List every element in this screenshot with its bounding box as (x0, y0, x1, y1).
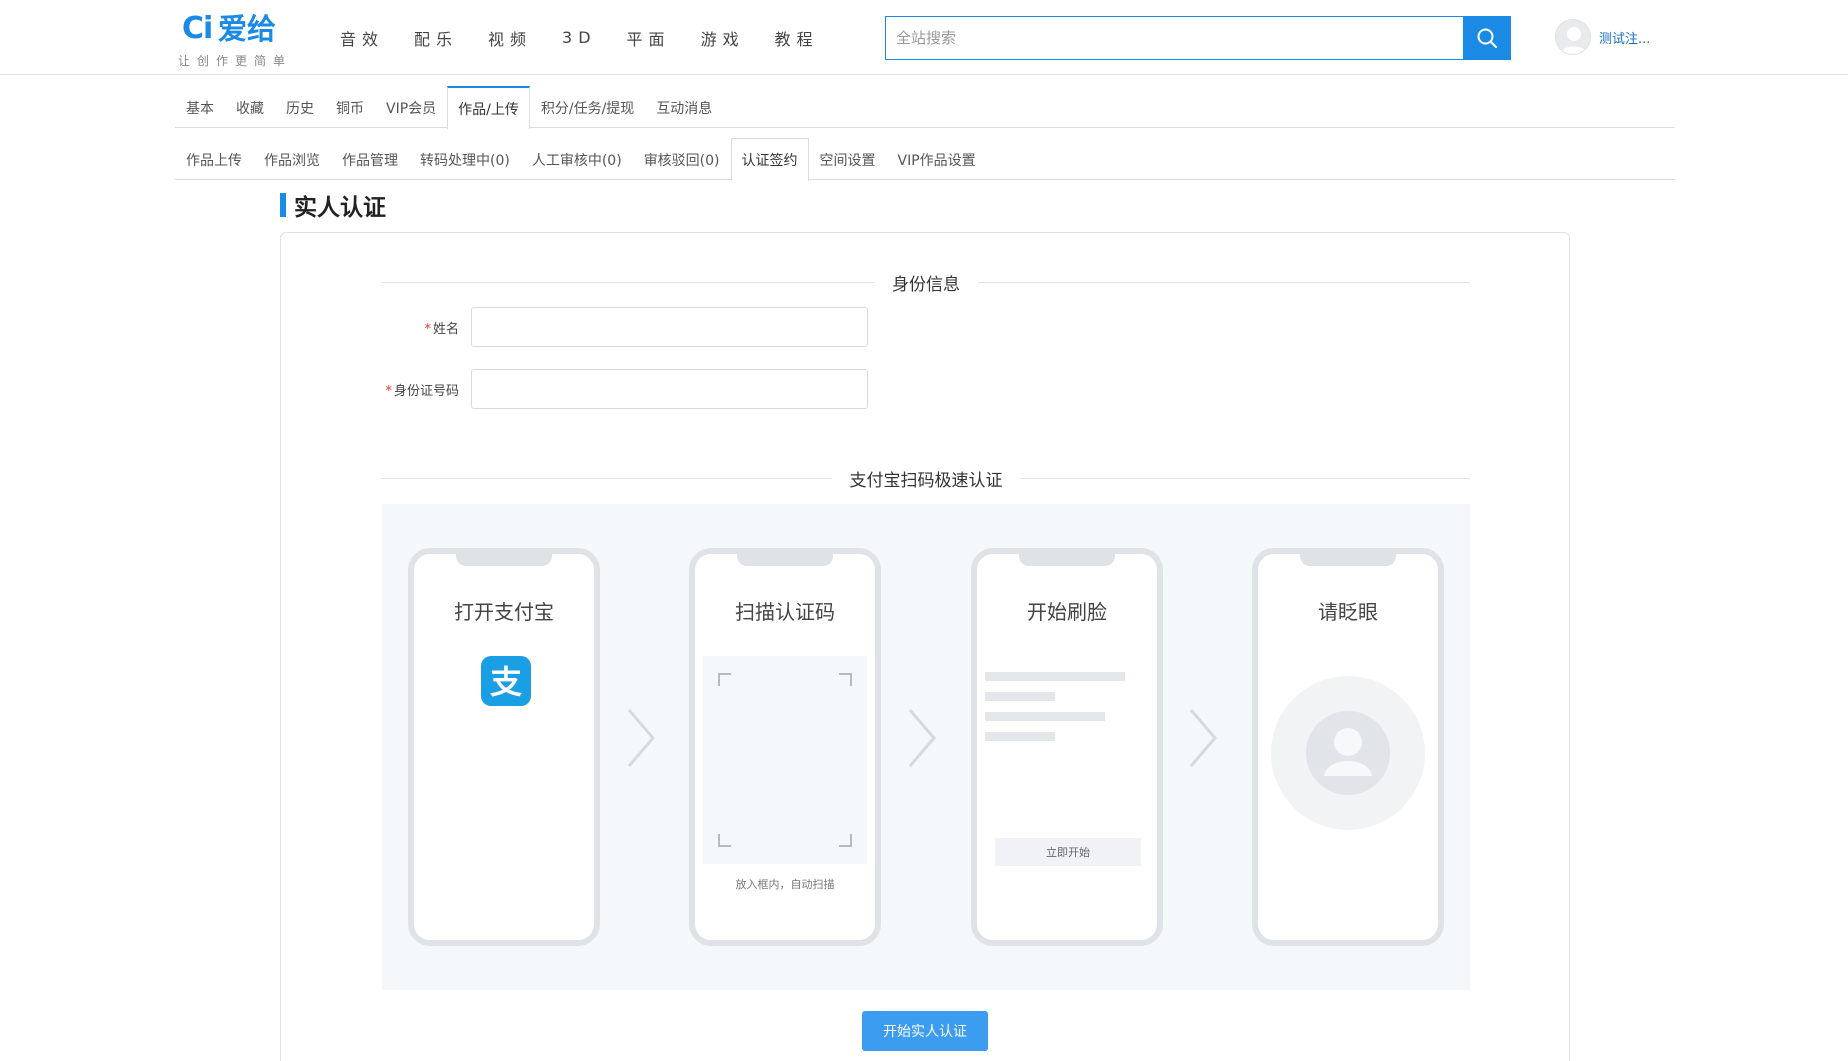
step-face-scan: 开始刷脸 立即开始 (971, 548, 1163, 946)
avatar[interactable] (1555, 19, 1591, 55)
alipay-steps-illustration: 打开支付宝 支 扫描认证码 放入框内，自动扫描 开始刷脸 立即开始 请眨眼 (382, 504, 1470, 990)
alipay-glyph: 支 (490, 663, 522, 701)
page-title-text: 实人认证 (294, 195, 386, 221)
name-label: * 姓名 (341, 318, 471, 337)
user-name[interactable]: 测试注... (1599, 28, 1650, 47)
nav-item-graphic[interactable]: 平面 (627, 26, 671, 50)
tab-favorites[interactable]: 收藏 (225, 86, 275, 128)
tab-verification-contract[interactable]: 认证签约 (730, 138, 809, 181)
chevron-right-icon (1189, 709, 1217, 767)
step-title: 开始刷脸 (1027, 600, 1107, 624)
tab-messages[interactable]: 互动消息 (645, 86, 723, 128)
title-accent-bar (280, 193, 286, 217)
alipay-section-header: 支付宝扫码极速认证 (382, 465, 1470, 491)
main-nav: 音效 配乐 视频 3D 平面 游戏 教程 (340, 0, 849, 75)
scan-hint: 放入框内，自动扫描 (735, 878, 835, 891)
placeholder-text-line (985, 732, 1055, 741)
tab-space-settings[interactable]: 空间设置 (809, 138, 887, 180)
site-logo[interactable]: Ci 爱给 让创作更简单 (178, 12, 298, 70)
tab-browse-works[interactable]: 作品浏览 (253, 138, 331, 180)
name-row: * 姓名 (341, 307, 868, 347)
user-silhouette-icon (1306, 711, 1390, 795)
user-menu[interactable]: 测试注... (1555, 19, 1650, 55)
tab-vip-works-settings[interactable]: VIP作品设置 (887, 138, 987, 180)
divider (1020, 477, 1470, 479)
start-now-mock-button: 立即开始 (995, 838, 1141, 866)
step-title: 打开支付宝 (454, 600, 554, 624)
divider (382, 477, 832, 479)
phone-notch (1300, 548, 1396, 566)
identity-section-header: 身份信息 (382, 269, 1470, 295)
tab-basic[interactable]: 基本 (175, 86, 225, 128)
id-number-label: * 身份证号码 (341, 380, 471, 399)
verification-card: 身份信息 * 姓名 * 身份证号码 支付宝扫码极速认证 打开支付宝 支 扫描认证… (280, 232, 1570, 1061)
logo-mark: Ci (182, 11, 213, 46)
tab-works-upload[interactable]: 作品/上传 (447, 86, 530, 129)
tab-rejected[interactable]: 审核驳回(0) (633, 138, 731, 180)
tab-history[interactable]: 历史 (275, 86, 325, 128)
divider (978, 281, 1470, 283)
alipay-icon: 支 (481, 656, 531, 706)
tab-manual-review[interactable]: 人工审核中(0) (521, 138, 633, 180)
logo-name: 爱给 (218, 12, 277, 46)
page-title: 实人认证 (280, 190, 386, 221)
scan-frame (703, 656, 867, 864)
required-mark: * (385, 383, 392, 399)
scan-corners-icon (718, 673, 852, 847)
name-label-text: 姓名 (432, 321, 459, 337)
placeholder-text-line (985, 712, 1105, 721)
alipay-logo-icon: 支 (490, 663, 522, 701)
tab-transcoding[interactable]: 转码处理中(0) (409, 138, 521, 180)
secondary-tabs: 作品上传 作品浏览 作品管理 转码处理中(0) 人工审核中(0) 审核驳回(0)… (175, 138, 1675, 181)
nav-item-video[interactable]: 视频 (488, 26, 532, 50)
logo-slogan: 让创作更简单 (178, 54, 293, 68)
phone-notch (1019, 548, 1115, 566)
site-search (885, 16, 1511, 60)
search-icon (1477, 28, 1497, 48)
tab-copper-coins[interactable]: 铜币 (325, 86, 375, 128)
chevron-right-icon (908, 709, 936, 767)
primary-tabs: 基本 收藏 历史 铜币 VIP会员 作品/上传 积分/任务/提现 互动消息 (175, 86, 1675, 129)
identity-section-title: 身份信息 (892, 274, 960, 295)
search-button[interactable] (1463, 16, 1511, 60)
chevron-right-icon (627, 709, 655, 767)
id-number-field[interactable] (471, 369, 868, 409)
nav-item-music[interactable]: 配乐 (414, 26, 458, 50)
phone-notch (456, 548, 552, 566)
default-avatar-icon (1561, 27, 1587, 54)
alipay-section-title: 支付宝扫码极速认证 (849, 470, 1003, 491)
step-open-alipay: 打开支付宝 支 (408, 548, 600, 946)
step-scan-code: 扫描认证码 放入框内，自动扫描 (689, 548, 881, 946)
top-header: Ci 爱给 让创作更简单 音效 配乐 视频 3D 平面 游戏 教程 测试注... (0, 0, 1848, 75)
name-field[interactable] (471, 307, 868, 347)
step-blink: 请眨眼 (1252, 548, 1444, 946)
face-circle (1271, 676, 1425, 830)
phone-notch (737, 548, 833, 566)
tab-manage-works[interactable]: 作品管理 (331, 138, 409, 180)
id-number-label-text: 身份证号码 (393, 383, 459, 399)
divider (382, 281, 874, 283)
search-input[interactable] (885, 16, 1463, 60)
nav-item-3d[interactable]: 3D (562, 28, 597, 47)
tab-vip-member[interactable]: VIP会员 (375, 86, 447, 128)
step-title: 请眨眼 (1318, 600, 1378, 624)
required-mark: * (424, 321, 431, 337)
tab-upload-work[interactable]: 作品上传 (175, 138, 253, 180)
placeholder-text-line (985, 672, 1125, 681)
step-title: 扫描认证码 (735, 600, 835, 624)
tab-points-tasks-withdraw[interactable]: 积分/任务/提现 (530, 86, 645, 128)
nav-item-tutorials[interactable]: 教程 (775, 26, 819, 50)
id-number-row: * 身份证号码 (341, 369, 868, 409)
placeholder-text-line (985, 692, 1055, 701)
nav-item-games[interactable]: 游戏 (701, 26, 745, 50)
start-verification-button[interactable]: 开始实人认证 (862, 1011, 988, 1051)
nav-item-sound-effects[interactable]: 音效 (340, 26, 384, 50)
